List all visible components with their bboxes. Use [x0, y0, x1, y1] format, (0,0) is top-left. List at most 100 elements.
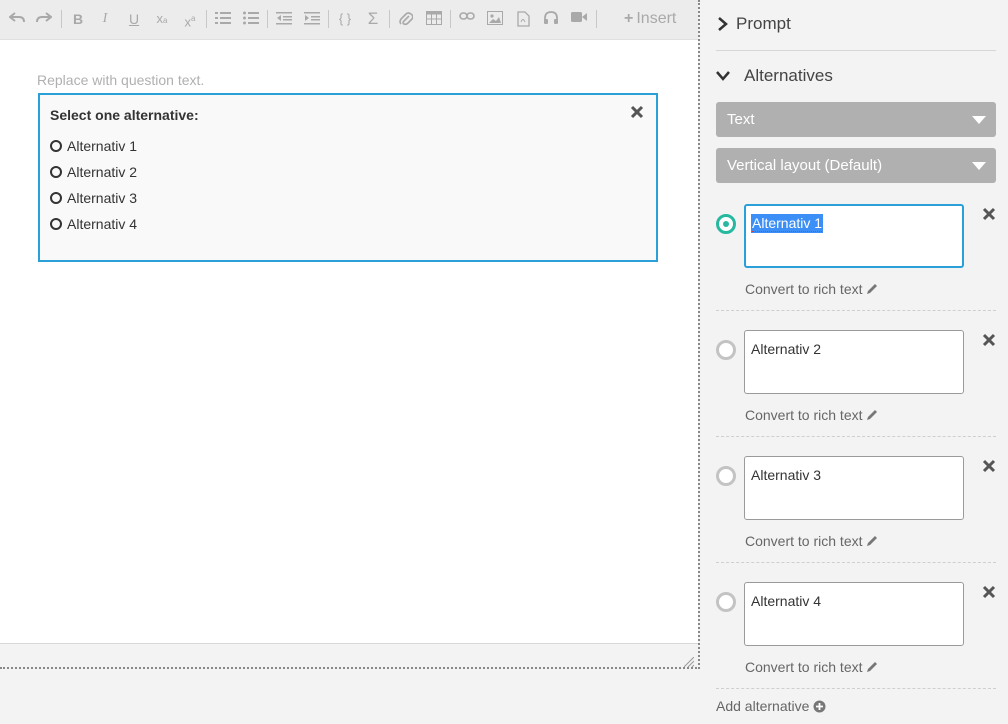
- question-alternative[interactable]: Alternativ 1: [50, 138, 137, 156]
- caret-down-icon: [972, 116, 986, 124]
- alternative-item: Alternativ 1 Convert to rich text: [716, 204, 996, 316]
- alternative-item: Alternativ 4 Convert to rich text: [716, 582, 996, 694]
- item-divider: [716, 310, 996, 311]
- alternative-item: Alternativ 2 Convert to rich text: [716, 330, 996, 442]
- numbered-list-icon[interactable]: [213, 8, 233, 30]
- chevron-right-icon: [718, 17, 728, 31]
- convert-label: Convert to rich text: [745, 533, 863, 549]
- convert-to-rich-text-link[interactable]: Convert to rich text: [745, 407, 878, 423]
- radio-icon: [50, 218, 62, 230]
- subscript-icon[interactable]: xa: [152, 8, 172, 30]
- convert-label: Convert to rich text: [745, 407, 863, 423]
- toolbar-separator: [450, 10, 451, 28]
- close-icon[interactable]: [982, 585, 996, 599]
- question-heading: Select one alternative:: [50, 107, 199, 123]
- bullet-list-icon[interactable]: [241, 8, 261, 30]
- toolbar-separator: [596, 10, 597, 28]
- audio-icon[interactable]: [541, 8, 561, 30]
- close-icon[interactable]: [982, 333, 996, 347]
- superscript-icon[interactable]: xa: [180, 8, 200, 30]
- pencil-icon: [866, 536, 877, 546]
- editor-toolbar: B I U xa xa { } Σ + Insert: [0, 0, 698, 40]
- convert-to-rich-text-link[interactable]: Convert to rich text: [745, 659, 878, 675]
- outdent-icon[interactable]: [274, 8, 294, 30]
- bold-icon[interactable]: B: [68, 8, 88, 30]
- correct-answer-radio[interactable]: [716, 592, 736, 612]
- properties-panel: Prompt Alternatives Text Vertical layout…: [700, 0, 1008, 724]
- close-icon[interactable]: [982, 207, 996, 221]
- correct-answer-radio[interactable]: [716, 466, 736, 486]
- radio-icon: [50, 140, 62, 152]
- code-icon[interactable]: { }: [335, 8, 355, 30]
- redo-icon[interactable]: [34, 8, 54, 30]
- question-alternative-label: Alternativ 4: [67, 216, 138, 232]
- editor-horizontal-divider: [0, 667, 700, 669]
- pencil-icon: [866, 410, 877, 420]
- selected-text-value: Alternativ 1: [752, 215, 823, 232]
- plus-icon: +: [624, 10, 634, 27]
- editor-area[interactable]: B I U xa xa { } Σ + Insert Replace with …: [0, 0, 698, 669]
- answer-type-value: Text: [727, 111, 755, 128]
- indent-icon[interactable]: [302, 8, 322, 30]
- alternative-item: Alternativ 3 Convert to rich text: [716, 456, 996, 568]
- close-icon[interactable]: [630, 105, 646, 121]
- toolbar-separator: [61, 10, 62, 28]
- image-icon[interactable]: [485, 8, 505, 30]
- alternatives-section-toggle[interactable]: Alternatives: [716, 64, 996, 94]
- editor-status-bar: [0, 643, 698, 669]
- link-icon[interactable]: [457, 8, 477, 30]
- item-divider: [716, 562, 996, 563]
- convert-to-rich-text-link[interactable]: Convert to rich text: [745, 533, 878, 549]
- alternative-text-field[interactable]: Alternativ 4: [744, 582, 964, 646]
- underline-icon[interactable]: U: [124, 8, 144, 30]
- correct-answer-radio[interactable]: [716, 214, 736, 234]
- item-divider: [716, 688, 996, 689]
- radio-icon: [50, 166, 62, 178]
- item-divider: [716, 436, 996, 437]
- toolbar-separator: [267, 10, 268, 28]
- alternative-text-field[interactable]: Alternativ 2: [744, 330, 964, 394]
- video-icon[interactable]: [569, 8, 589, 30]
- resize-handle-icon[interactable]: [684, 657, 694, 667]
- chevron-down-icon: [716, 71, 730, 81]
- question-alternative-label: Alternativ 3: [67, 190, 138, 206]
- pdf-icon[interactable]: [513, 8, 533, 30]
- prompt-label: Prompt: [736, 14, 791, 33]
- question-alternative[interactable]: Alternativ 3: [50, 190, 137, 208]
- question-alternative-label: Alternativ 2: [67, 164, 138, 180]
- convert-label: Convert to rich text: [745, 659, 863, 675]
- section-divider: [716, 50, 996, 51]
- question-text-placeholder[interactable]: Replace with question text.: [37, 72, 204, 88]
- insert-button[interactable]: + Insert: [624, 8, 676, 30]
- table-icon[interactable]: [424, 8, 444, 30]
- insert-label: Insert: [636, 10, 677, 27]
- prompt-section-toggle[interactable]: Prompt: [716, 12, 996, 42]
- pencil-icon: [866, 662, 877, 672]
- convert-to-rich-text-link[interactable]: Convert to rich text: [745, 281, 878, 297]
- layout-value: Vertical layout (Default): [727, 157, 883, 174]
- caret-down-icon: [972, 162, 986, 170]
- convert-label: Convert to rich text: [745, 281, 863, 297]
- layout-select[interactable]: Vertical layout (Default): [716, 148, 996, 183]
- undo-icon[interactable]: [7, 8, 27, 30]
- toolbar-separator: [206, 10, 207, 28]
- answer-type-select[interactable]: Text: [716, 102, 996, 137]
- question-block[interactable]: Select one alternative: Alternativ 1 Alt…: [38, 93, 658, 262]
- toolbar-separator: [328, 10, 329, 28]
- correct-answer-radio[interactable]: [716, 340, 736, 360]
- alternative-text-field[interactable]: Alternativ 3: [744, 456, 964, 520]
- attachment-icon[interactable]: [396, 8, 416, 30]
- sum-icon[interactable]: Σ: [363, 8, 383, 30]
- add-alternative-button[interactable]: Add alternative: [716, 698, 826, 714]
- italic-icon[interactable]: I: [95, 8, 115, 30]
- question-alternative[interactable]: Alternativ 4: [50, 216, 137, 234]
- alternatives-label: Alternatives: [744, 66, 833, 85]
- close-icon[interactable]: [982, 459, 996, 473]
- selected-text: Alternativ 1: [751, 214, 824, 233]
- question-alternative[interactable]: Alternativ 2: [50, 164, 137, 182]
- toolbar-separator: [389, 10, 390, 28]
- pencil-icon: [866, 284, 877, 294]
- plus-circle-icon: [813, 700, 826, 713]
- radio-icon: [50, 192, 62, 204]
- add-alternative-label: Add alternative: [716, 698, 810, 714]
